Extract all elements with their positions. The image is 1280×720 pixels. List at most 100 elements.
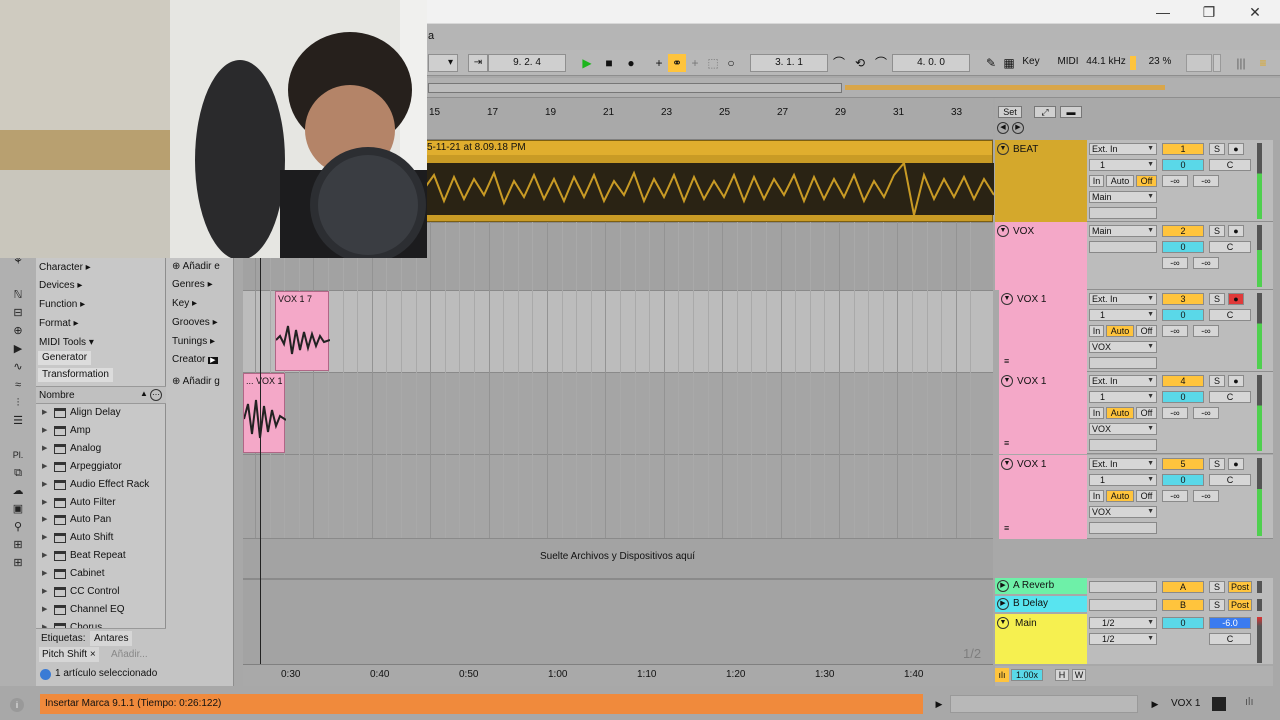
tunings-icon[interactable]: ⫶: [9, 396, 27, 410]
mixer-icon[interactable]: ılı: [995, 668, 1009, 682]
return-b-fold-icon[interactable]: ▶: [997, 598, 1009, 610]
category-function[interactable]: Function ▸: [39, 296, 85, 313]
follow-icon[interactable]: ⇥: [468, 54, 488, 72]
return-a-post[interactable]: Post: [1228, 581, 1252, 593]
grooves-icon[interactable]: ≈: [9, 378, 27, 392]
minimize-button[interactable]: —: [1148, 3, 1178, 21]
arm-button[interactable]: ●: [1228, 143, 1244, 155]
current-project-icon[interactable]: ⊞: [9, 538, 27, 552]
loop-circle-icon[interactable]: ○: [722, 54, 740, 72]
expand-arrow-icon[interactable]: ▶: [42, 422, 47, 440]
input-type-dropdown[interactable]: Ext. In: [1089, 375, 1157, 387]
set-locator-button[interactable]: Set: [998, 106, 1022, 118]
track-fold-icon[interactable]: ▼: [997, 143, 1009, 155]
vox1b-clip[interactable]: ... VOX 1: [243, 373, 286, 453]
track-fold-icon[interactable]: ▼: [1001, 375, 1013, 387]
send-a-field[interactable]: -∞: [1162, 257, 1188, 269]
solo-button[interactable]: S: [1209, 293, 1225, 305]
vox1-lane-b[interactable]: [243, 372, 993, 454]
return-b-post[interactable]: Post: [1228, 599, 1252, 611]
send-a-field[interactable]: -∞: [1162, 490, 1188, 502]
track-fold-icon[interactable]: ▼: [1001, 293, 1013, 305]
output-channel[interactable]: [1089, 522, 1157, 534]
expand-arrow-icon[interactable]: ▶: [42, 476, 47, 494]
expand-arrow-icon[interactable]: ▶: [42, 404, 47, 422]
main-output-1[interactable]: 1/2: [1089, 617, 1157, 629]
return-a-fold-icon[interactable]: ▶: [997, 580, 1009, 592]
volume-field[interactable]: 0: [1162, 159, 1204, 171]
device-item[interactable]: ▶ Channel EQ: [36, 601, 166, 619]
monitor-in-button[interactable]: In: [1089, 407, 1104, 419]
return-b-header[interactable]: ▶ B Delay: [995, 596, 1087, 612]
device-item[interactable]: ▶ Auto Shift: [36, 529, 166, 547]
send-b-field[interactable]: -∞: [1193, 175, 1219, 187]
input-type-dropdown[interactable]: Ext. In: [1089, 458, 1157, 470]
volume-field[interactable]: 0: [1162, 474, 1204, 486]
punch-out-icon[interactable]: ⌒: [872, 54, 890, 72]
punch-in-icon[interactable]: ⌒: [830, 54, 848, 72]
link-icon[interactable]: ⚭: [668, 54, 686, 72]
maximize-button[interactable]: ❐: [1194, 3, 1224, 21]
input-channel-dropdown[interactable]: 1: [1089, 391, 1157, 403]
main-fold-icon[interactable]: ▼: [997, 617, 1009, 629]
add-icon[interactable]: +: [650, 54, 668, 72]
loop-start[interactable]: 3. 1. 1: [750, 54, 828, 72]
keyboard-icon[interactable]: ▦: [1000, 54, 1018, 72]
expand-arrow-icon[interactable]: ▶: [42, 601, 47, 619]
expand-arrow-icon[interactable]: ▶: [42, 494, 47, 512]
track-header[interactable]: ▼ VOX 1 ≡: [999, 372, 1087, 454]
device-item[interactable]: ▶ Auto Filter: [36, 494, 166, 512]
monitor-auto-button[interactable]: Auto: [1106, 175, 1134, 187]
return-a-header[interactable]: ▶ A Reverb: [995, 578, 1087, 594]
status-play-icon[interactable]: ▶: [930, 696, 948, 712]
track-number[interactable]: 3: [1162, 293, 1204, 305]
solo-button[interactable]: S: [1209, 458, 1225, 470]
pan-field[interactable]: C: [1209, 474, 1251, 486]
category-devices[interactable]: Devices ▸: [39, 277, 82, 294]
solo-button[interactable]: S: [1209, 143, 1225, 155]
monitor-off-button[interactable]: Off: [1136, 490, 1157, 502]
main-pan[interactable]: C: [1209, 633, 1251, 645]
main-volume[interactable]: 0: [1162, 617, 1204, 629]
arm-button[interactable]: ●: [1228, 458, 1244, 470]
output-dropdown[interactable]: VOX: [1089, 341, 1157, 353]
midi-map-button[interactable]: MIDI: [1054, 54, 1082, 72]
name-header[interactable]: Nombre ▲ ⋯: [36, 386, 166, 404]
monitor-off-button[interactable]: Off: [1136, 407, 1157, 419]
device-item[interactable]: ▶ Analog: [36, 440, 166, 458]
h-button[interactable]: H: [1055, 669, 1069, 681]
filter-genres[interactable]: Genres ▸: [172, 276, 213, 293]
main-header[interactable]: ▼ Main: [995, 614, 1087, 664]
input-channel-dropdown[interactable]: 1: [1089, 159, 1157, 171]
vox17-clip[interactable]: VOX 1 7: [275, 291, 330, 371]
return-a-solo[interactable]: S: [1209, 581, 1225, 593]
plus-small-icon[interactable]: +: [686, 54, 704, 72]
monitor-auto-button[interactable]: Auto: [1106, 407, 1134, 419]
category-character[interactable]: Character ▸: [39, 259, 91, 276]
device-item[interactable]: ▶ Beat Repeat: [36, 547, 166, 565]
capture-icon[interactable]: ⬚: [704, 54, 722, 72]
monitor-in-button[interactable]: In: [1089, 325, 1104, 337]
monitor-off-button[interactable]: Off: [1136, 325, 1157, 337]
send-b-field[interactable]: -∞: [1193, 407, 1219, 419]
beat-clip[interactable]: 5-11-21 at 8.09.18 PM: [423, 140, 994, 222]
monitor-auto-button[interactable]: Auto: [1106, 325, 1134, 337]
arm-button[interactable]: ●: [1228, 293, 1244, 305]
add-folder-icon[interactable]: ⊞: [9, 556, 27, 570]
vox1-lane-a[interactable]: [243, 290, 993, 372]
track-number[interactable]: 5: [1162, 458, 1204, 470]
audio-effects-icon[interactable]: ⊟: [9, 306, 27, 320]
solo-button[interactable]: S: [1209, 375, 1225, 387]
main-output-2[interactable]: 1/2: [1089, 633, 1157, 645]
device-item[interactable]: ▶ Cabinet: [36, 565, 166, 583]
device-item[interactable]: ▶ CC Control: [36, 583, 166, 601]
main-db[interactable]: -6.0: [1209, 617, 1251, 629]
track-fold-icon[interactable]: ▼: [1001, 458, 1013, 470]
output-dropdown[interactable]: VOX: [1089, 506, 1157, 518]
options-icon[interactable]: ⋯: [150, 389, 162, 401]
chip-generator[interactable]: Generator: [38, 351, 92, 365]
output-dropdown[interactable]: Main: [1089, 191, 1157, 203]
key-map-button[interactable]: Key: [1018, 54, 1044, 72]
play-icon[interactable]: ▶: [578, 54, 596, 72]
remove-tag-icon[interactable]: ×: [90, 649, 96, 660]
